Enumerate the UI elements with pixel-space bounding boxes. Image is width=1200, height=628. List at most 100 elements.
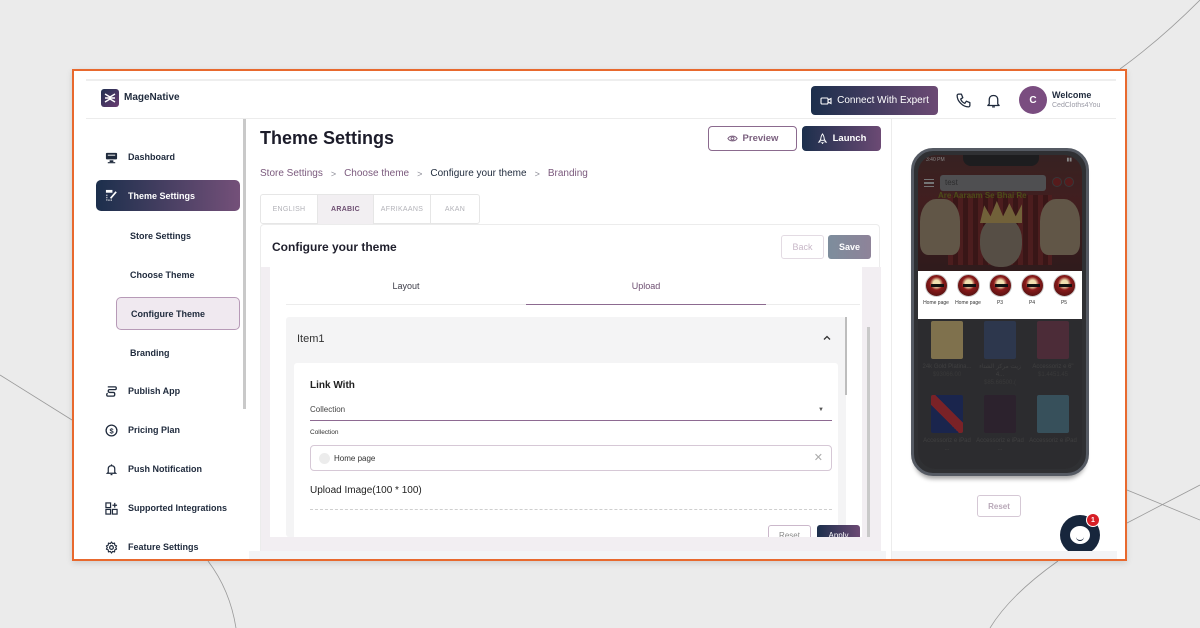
page-title: Theme Settings xyxy=(260,128,395,148)
user-avatar[interactable]: C xyxy=(1019,86,1047,114)
back-button[interactable]: Back xyxy=(781,235,824,259)
phone-notch xyxy=(963,155,1039,166)
circle-label: P5 xyxy=(1060,300,1068,306)
tab-upload[interactable]: Upload xyxy=(526,267,766,305)
link-with-select[interactable]: Collection ▼ xyxy=(310,399,832,421)
configure-theme-card: Configure your theme Back Save Layout Up… xyxy=(260,224,881,559)
configure-theme-title: Configure your theme xyxy=(272,240,397,254)
circle-label: Home page xyxy=(955,300,981,306)
preview-button[interactable]: Preview xyxy=(708,126,797,151)
breadcrumb-store-settings[interactable]: Store Settings xyxy=(260,168,323,179)
sidebar-subitem-store-settings[interactable]: Store Settings xyxy=(116,219,240,252)
sidebar-subitem-configure-theme[interactable]: Configure Theme xyxy=(116,297,240,330)
accordion-scrollbar[interactable] xyxy=(845,317,847,395)
chat-notification-badge: 1 xyxy=(1086,513,1100,527)
chevron-up-icon[interactable] xyxy=(822,333,832,343)
sidebar-scrollbar[interactable] xyxy=(243,119,246,409)
sidebar-item-label: Feature Settings xyxy=(128,542,199,552)
sidebar-item-pricing-plan[interactable]: $ Pricing Plan xyxy=(96,415,240,445)
preview-panel: 3:40 PM ▮▮ Are Aaraam Se Bhai Re test 24… xyxy=(891,119,1117,559)
link-with-label: Link With xyxy=(310,380,355,391)
tab-layout[interactable]: Layout xyxy=(286,267,526,305)
launch-button[interactable]: Launch xyxy=(802,126,881,151)
sidebar-item-feature-settings[interactable]: Feature Settings xyxy=(96,532,240,559)
circle-category: P5 xyxy=(1049,274,1079,319)
sidebar-subitem-label: Store Settings xyxy=(130,230,192,241)
accordion-item1: Item1 Link With Collection ▼ Collection xyxy=(286,317,846,537)
sidebar-item-dashboard[interactable]: Dashboard xyxy=(96,142,240,172)
circle-image xyxy=(924,274,948,297)
integrations-icon xyxy=(104,501,118,515)
brand-name: MageNative xyxy=(124,92,180,103)
clear-icon[interactable]: ✕ xyxy=(814,451,823,464)
apply-button[interactable]: Apply xyxy=(817,525,860,537)
bell-icon xyxy=(104,462,118,476)
breadcrumb-branding[interactable]: Branding xyxy=(548,168,588,179)
collection-value-chip[interactable]: Home page xyxy=(334,454,375,463)
sidebar: Dashboard Theme Settings Store Settings … xyxy=(86,119,246,559)
phone-icon[interactable] xyxy=(953,90,973,110)
reset-item-button[interactable]: Reset xyxy=(768,525,811,537)
rocket-icon xyxy=(817,133,827,144)
circle-category: P3 xyxy=(985,274,1015,319)
circle-image xyxy=(1052,274,1076,297)
preview-label: Preview xyxy=(742,133,779,144)
chevron-right-icon: > xyxy=(330,168,337,179)
collection-autocomplete[interactable]: Home page ✕ xyxy=(310,445,832,471)
chevron-right-icon: > xyxy=(534,168,540,179)
accordion-body: Link With Collection ▼ Collection Home p… xyxy=(294,363,838,537)
breadcrumb-choose-theme[interactable]: Choose theme xyxy=(344,168,409,179)
phone-preview: 3:40 PM ▮▮ Are Aaraam Se Bhai Re test 24… xyxy=(911,148,1089,476)
app-window: MageNative Connect With Expert C Welcome… xyxy=(86,79,1117,559)
sidebar-item-push-notification[interactable]: Push Notification xyxy=(96,454,240,484)
circle-category: Home page xyxy=(953,274,983,319)
screenshot-frame: MageNative Connect With Expert C Welcome… xyxy=(72,69,1127,561)
reset-preview-button[interactable]: Reset xyxy=(977,495,1021,517)
publish-icon xyxy=(104,384,118,398)
right-panel-bottom-bar xyxy=(892,551,1117,559)
launch-label: Launch xyxy=(832,133,867,144)
upload-image-label: Upload Image(100 * 100) xyxy=(310,485,422,496)
tab-language-afrikaans[interactable]: AFRIKAANS xyxy=(374,195,431,224)
configure-panel-scrollbar[interactable] xyxy=(867,327,870,537)
top-header: MageNative Connect With Expert C Welcome… xyxy=(86,81,1116,119)
connect-with-expert-button[interactable]: Connect With Expert xyxy=(811,86,938,115)
eye-icon xyxy=(726,135,738,142)
sidebar-item-label: Theme Settings xyxy=(128,190,196,201)
dollar-circle-icon: $ xyxy=(104,423,118,437)
bell-icon[interactable] xyxy=(983,90,1003,110)
gear-icon xyxy=(104,540,118,554)
save-button[interactable]: Save xyxy=(828,235,871,259)
status-time: 3:40 PM xyxy=(926,157,945,163)
circle-image xyxy=(956,274,980,297)
welcome-text: Welcome xyxy=(1052,90,1092,100)
chip-avatar-icon xyxy=(319,452,330,464)
sidebar-item-publish-app[interactable]: Publish App xyxy=(96,376,240,406)
upload-dropzone[interactable] xyxy=(310,509,832,537)
circle-image xyxy=(1020,274,1044,297)
breadcrumb: Store Settings > Choose theme > Configur… xyxy=(260,168,588,179)
collection-label: Collection xyxy=(310,429,339,436)
configure-panel-inner: Layout Upload Item1 Link With Collection… xyxy=(270,267,862,537)
tab-language-english[interactable]: ENGLISH xyxy=(261,195,318,224)
circle-categories-strip: Home page Home page P3 P4 P5 xyxy=(918,271,1082,319)
circle-image xyxy=(988,274,1012,297)
chevron-right-icon: > xyxy=(417,168,423,179)
sidebar-item-label: Publish App xyxy=(128,386,181,396)
sidebar-subitem-branding[interactable]: Branding xyxy=(116,336,240,369)
sidebar-item-supported-integrations[interactable]: Supported Integrations xyxy=(96,493,240,523)
sidebar-item-theme-settings[interactable]: Theme Settings xyxy=(96,180,240,211)
configure-panel: Layout Upload Item1 Link With Collection… xyxy=(261,267,881,559)
accordion-title[interactable]: Item1 xyxy=(297,333,325,345)
chat-bubble-icon xyxy=(1070,526,1090,544)
tab-language-arabic[interactable]: ARABIC xyxy=(318,195,374,224)
svg-text:$: $ xyxy=(109,426,114,435)
sidebar-item-label: Push Notification xyxy=(128,464,202,474)
sidebar-subitem-label: Branding xyxy=(130,347,170,358)
circle-category: P4 xyxy=(1017,274,1047,319)
breadcrumb-configure-theme: Configure your theme xyxy=(430,168,527,179)
phone-screen: 3:40 PM ▮▮ Are Aaraam Se Bhai Re test 24… xyxy=(918,155,1082,469)
magenative-logo-icon[interactable] xyxy=(101,89,119,107)
tab-language-akan[interactable]: AKAN xyxy=(431,195,479,224)
sidebar-subitem-choose-theme[interactable]: Choose Theme xyxy=(116,258,240,291)
